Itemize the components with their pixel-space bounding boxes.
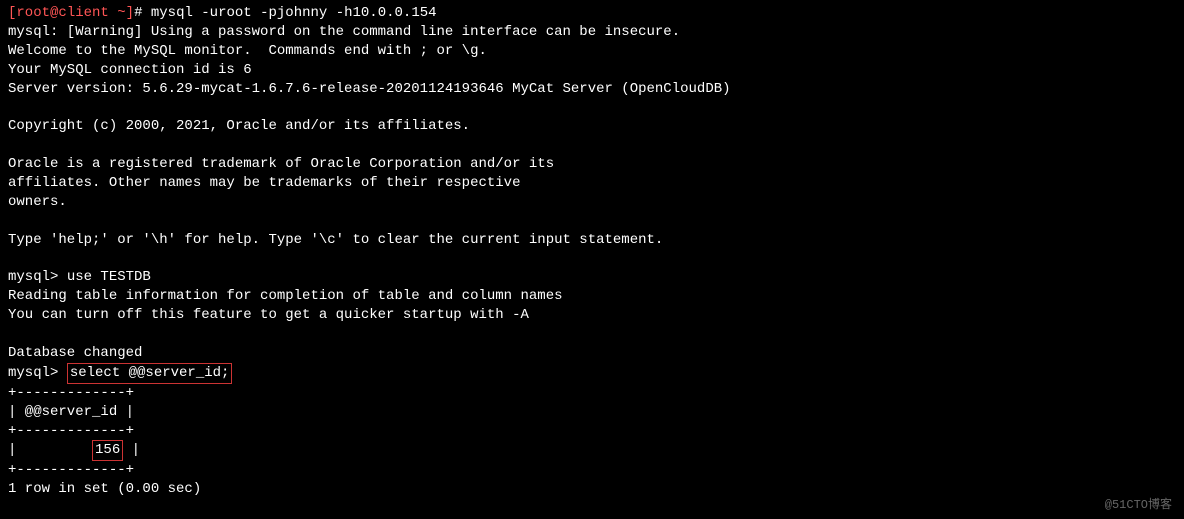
table-header: | @@server_id | [8,403,1176,422]
mysql-prompt-line[interactable]: mysql> select @@server_id; [8,363,1176,384]
output-conn-id: Your MySQL connection id is 6 [8,61,1176,80]
output-welcome: Welcome to the MySQL monitor. Commands e… [8,42,1176,61]
output-trademark: affiliates. Other names may be trademark… [8,174,1176,193]
output-help: Type 'help;' or '\h' for help. Type '\c'… [8,231,1176,250]
blank-line [8,325,1176,344]
output-trademark: Oracle is a registered trademark of Orac… [8,155,1176,174]
shell-command: mysql -uroot -pjohnny -h10.0.0.154 [151,5,437,21]
mysql-prompt: mysql> [8,269,67,285]
output-warning: mysql: [Warning] Using a password on the… [8,23,1176,42]
blank-line [8,136,1176,155]
mysql-command-select: select @@server_id; [67,363,233,384]
table-border: +-------------+ [8,461,1176,480]
blank-line [8,98,1176,117]
output-trademark: owners. [8,193,1176,212]
output-copyright: Copyright (c) 2000, 2021, Oracle and/or … [8,117,1176,136]
shell-prompt-line[interactable]: [root@client ~]# mysql -uroot -pjohnny -… [8,4,1176,23]
prompt-user: root [16,5,50,21]
terminal-output: [root@client ~]# mysql -uroot -pjohnny -… [8,4,1176,499]
table-row-suffix: | [123,442,140,458]
output-server-version: Server version: 5.6.29-mycat-1.6.7.6-rel… [8,80,1176,99]
mysql-prompt-line[interactable]: mysql> use TESTDB [8,268,1176,287]
output-result: 1 row in set (0.00 sec) [8,480,1176,499]
table-border: +-------------+ [8,422,1176,441]
prompt-hash: # [134,5,151,21]
table-border: +-------------+ [8,384,1176,403]
output-reading-info: Reading table information for completion… [8,287,1176,306]
blank-line [8,250,1176,269]
blank-line [8,212,1176,231]
table-row-prefix: | [8,442,92,458]
table-row: | 156 | [8,440,1176,461]
prompt-host: client [58,5,108,21]
output-db-changed: Database changed [8,344,1176,363]
mysql-prompt: mysql> [8,365,67,381]
prompt-close-bracket: ] [126,5,134,21]
watermark: @51CTO博客 [1105,497,1172,513]
output-turn-off: You can turn off this feature to get a q… [8,306,1176,325]
mysql-command-use: use TESTDB [67,269,151,285]
prompt-path: ~ [109,5,126,21]
server-id-value: 156 [92,440,123,461]
